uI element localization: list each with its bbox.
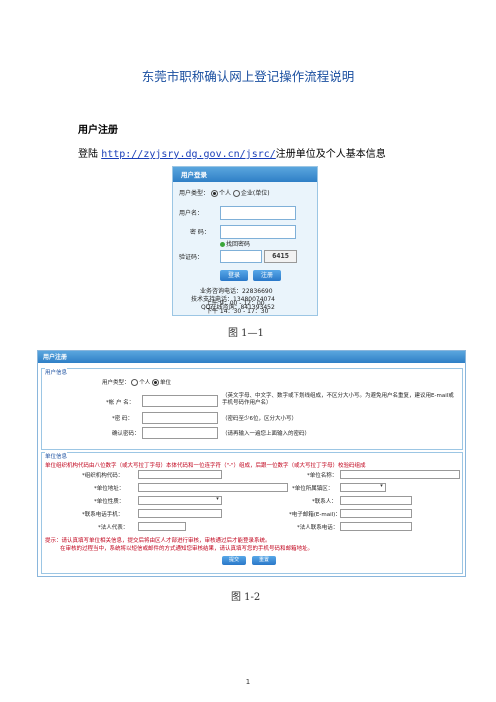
tip-line-1: 提示：请认真填写单位相关信息，提交后将由区人才部进行审核，审核通过后才能登录系统…	[45, 538, 271, 544]
radio-company-label: 企业(单位)	[240, 190, 270, 197]
registration-form: 用户注册 用户信息 用户类型： 个人 单位 *帐 户 名： （英文字母、中文字、…	[37, 350, 466, 577]
info-afternoon: 下午 14：30 - 17：30	[206, 308, 269, 315]
caption-figure-1-2: 图 1-2	[231, 592, 261, 603]
radio-company[interactable]	[232, 190, 240, 197]
contact-phone-label: *联系电话手机：	[82, 512, 124, 518]
user-info-section: 用户信息 用户类型： 个人 单位 *帐 户 名： （英文字母、中文字、数字或下划…	[41, 368, 463, 450]
contact-input[interactable]	[340, 496, 412, 505]
unit-nature-select[interactable]	[138, 496, 222, 505]
reset-button[interactable]: 重置	[252, 556, 276, 565]
unit-name-input[interactable]	[340, 470, 460, 479]
key-icon	[220, 242, 225, 247]
password-input[interactable]	[220, 225, 296, 239]
contact-phone-input[interactable]	[138, 509, 222, 518]
reg-user-type-label: 用户类型：	[102, 380, 130, 386]
document-title: 东莞市职称确认网上登记操作流程说明	[141, 69, 355, 84]
reg-password-label: *密 码：	[112, 416, 133, 422]
caption-figure-1-1: 图 1—1	[228, 328, 264, 339]
account-name-input[interactable]	[142, 395, 218, 407]
register-button[interactable]: 注册	[253, 270, 281, 281]
legal-phone-label: *法人联系电话：	[297, 525, 339, 531]
intro-suffix: 注册单位及个人基本信息	[275, 149, 386, 160]
unit-info-section: 单位信息 单位组织机构代码由八位数字（或大写拉丁字母）本体代码和一位连字符（"-…	[41, 452, 463, 574]
submit-button[interactable]: 提交	[222, 556, 246, 565]
login-header: 用户登录	[173, 167, 317, 182]
unit-address-input[interactable]	[138, 483, 288, 492]
reg-radio-personal[interactable]	[131, 379, 139, 386]
login-panel: 用户登录 用户类型： 个人 企业(单位) 用户名： 密 码： 找回密码 验证码：…	[172, 166, 318, 316]
reg-password-hint: （密码至少6位，区分大小写）	[222, 416, 298, 422]
reg-password-input[interactable]	[142, 412, 218, 424]
reg-header-title: 用户注册	[43, 354, 68, 361]
email-input[interactable]	[340, 509, 412, 518]
email-label: *电子邮箱(E-mail)：	[289, 512, 341, 518]
legal-phone-input[interactable]	[340, 522, 412, 531]
username-input[interactable]	[220, 206, 296, 220]
confirm-password-label: 确认密码：	[112, 431, 140, 437]
legal-rep-label: *法人代表：	[98, 525, 129, 531]
reg-radio-personal-label: 个人	[139, 380, 151, 386]
account-name-hint: （英文字母、中文字、数字或下划线组成，不区分大小写。为避免用户名重复，建议用E-…	[222, 393, 454, 406]
confirm-password-hint: （请再输入一遍您上面输入的密码）	[222, 431, 311, 437]
reg-radio-unit[interactable]	[152, 379, 160, 386]
section-heading: 用户注册	[78, 125, 118, 136]
reg-user-type-row: 用户类型： 个人 单位	[102, 378, 171, 386]
captcha-label: 验证码：	[179, 254, 204, 261]
radio-personal[interactable]	[210, 190, 218, 197]
legal-rep-input[interactable]	[138, 522, 186, 531]
username-label: 用户名：	[179, 210, 204, 217]
unit-info-section-title: 单位信息	[45, 452, 68, 460]
reg-radio-unit-label: 单位	[160, 380, 172, 386]
login-button[interactable]: 登录	[220, 270, 248, 281]
user-info-section-title: 用户信息	[45, 368, 68, 376]
captcha-image[interactable]: 6415	[264, 250, 297, 263]
captcha-input[interactable]	[220, 250, 262, 263]
org-code-label: *组织机构代码：	[82, 473, 124, 479]
unit-address-label: *单位地址：	[94, 486, 125, 492]
site-link[interactable]: http://zyjsry.dg.gov.cn/jsrc/	[101, 149, 276, 160]
forgot-password-link[interactable]: 找回密码	[220, 239, 250, 248]
org-code-note: 单位组织机构代码由八位数字（或大写拉丁字母）本体代码和一位连字符（"-"）组成，…	[45, 463, 366, 469]
forgot-password-label: 找回密码	[226, 241, 251, 248]
unit-district-label: *单位所属镇区：	[292, 486, 334, 492]
reg-header: 用户注册	[38, 351, 465, 363]
radio-personal-label: 个人	[218, 190, 231, 197]
unit-nature-label: *单位性质：	[94, 499, 125, 505]
intro-line: 登陆 http://zyjsry.dg.gov.cn/jsrc/注册单位及个人基…	[78, 145, 386, 160]
intro-prefix: 登陆	[78, 149, 102, 160]
unit-nature-chevron-icon[interactable]: ▾	[214, 496, 221, 503]
unit-district-chevron-icon[interactable]: ▾	[378, 483, 385, 490]
tip-line-2: 在审核的过程当中，系统将以短信或邮件的方式通知您审核结果，请认真填写您的手机号码…	[60, 546, 314, 552]
login-header-title: 用户登录	[181, 171, 207, 179]
confirm-password-input[interactable]	[142, 427, 218, 439]
org-code-input[interactable]	[138, 470, 222, 479]
unit-name-label: *单位名称：	[307, 473, 338, 479]
user-type-row: 用户类型： 个人 企业(单位)	[179, 188, 270, 197]
account-name-label: *帐 户 名：	[106, 400, 135, 406]
password-label: 密 码：	[190, 229, 210, 236]
user-type-label: 用户类型：	[179, 190, 210, 197]
contact-label: *联系人：	[312, 499, 337, 505]
page-number: 1	[245, 678, 251, 686]
